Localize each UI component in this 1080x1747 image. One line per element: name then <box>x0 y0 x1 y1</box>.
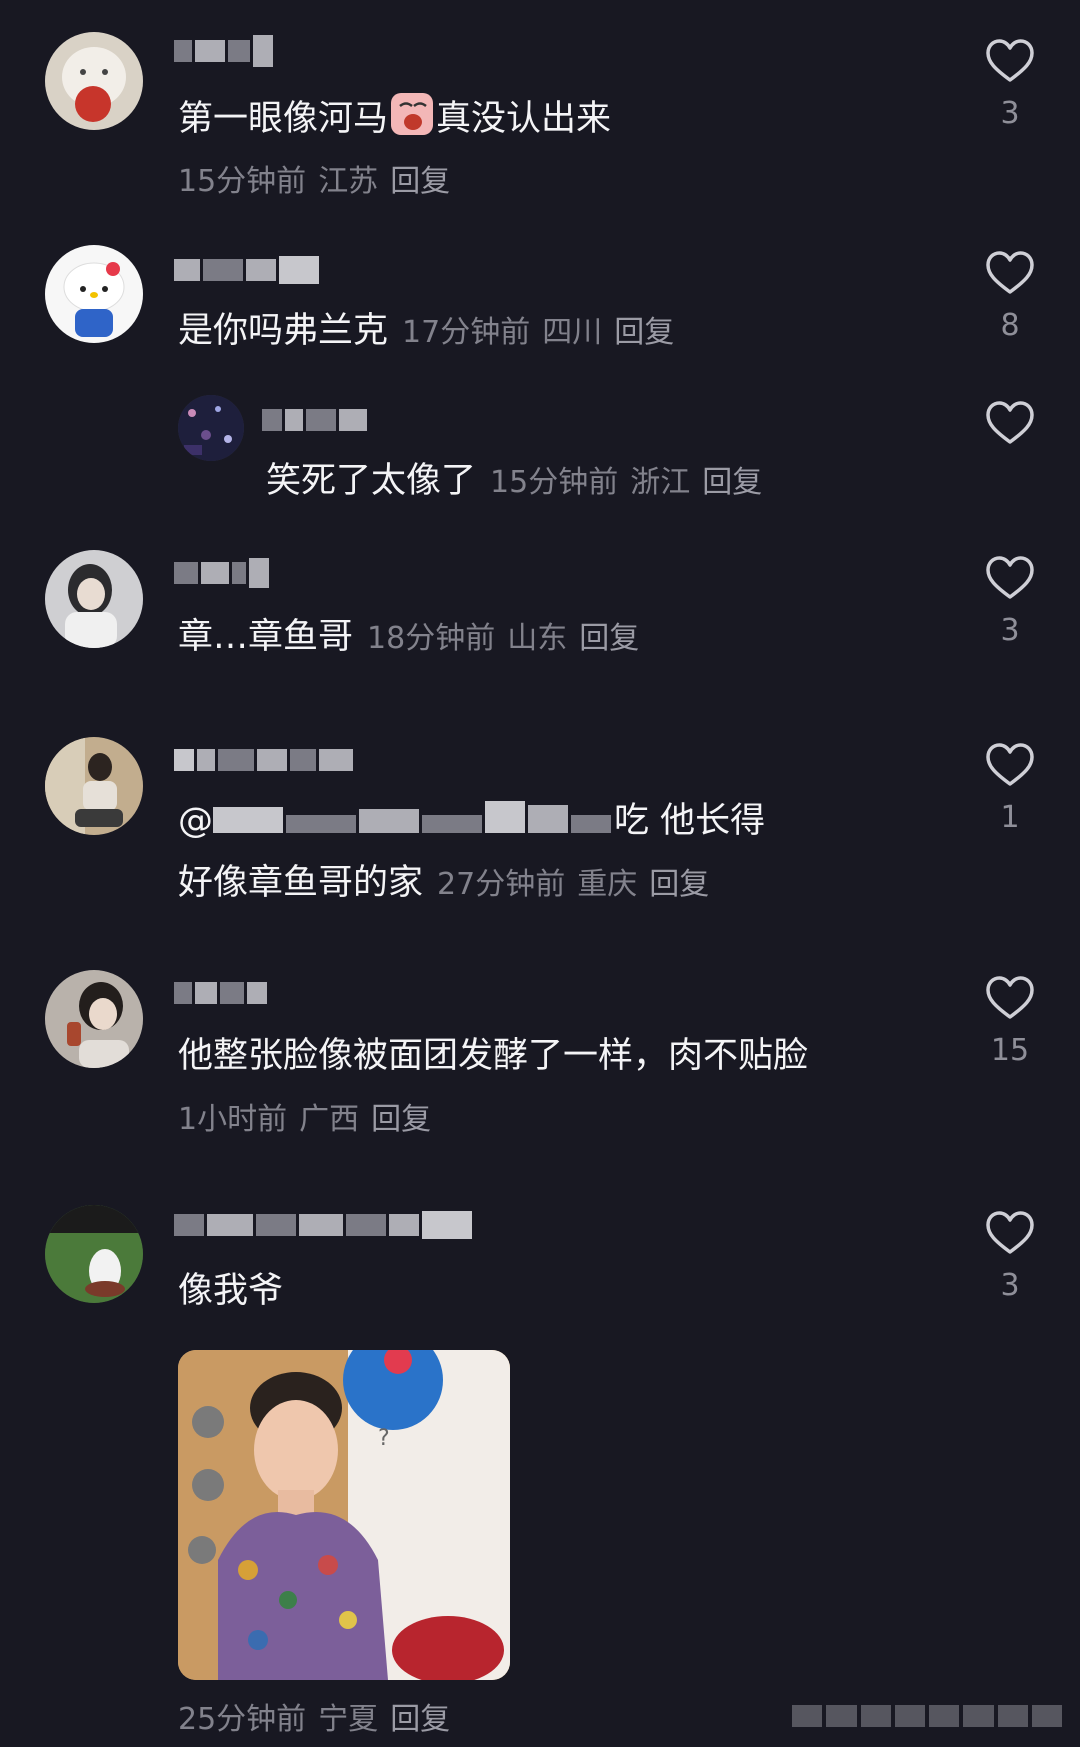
svg-text:?: ? <box>378 1426 390 1451</box>
comment-time: 25分钟前 <box>178 1702 307 1737</box>
comment-image[interactable]: ? <box>178 1350 510 1680</box>
cartoon-grass-avatar-icon <box>45 1205 143 1303</box>
heart-outline-icon <box>986 1211 1034 1254</box>
comment-item: 像我爷 ? 25分钟前 宁夏 回复 3 <box>0 0 1080 1747</box>
woman-photo-image: ? <box>178 1350 510 1680</box>
comment-meta: 25分钟前 宁夏 回复 <box>178 1700 462 1740</box>
like-count: 3 <box>1000 1268 1020 1303</box>
comment-location: 宁夏 <box>318 1702 379 1737</box>
reply-button[interactable]: 回复 <box>390 1702 450 1737</box>
username-masked[interactable] <box>174 1210 475 1240</box>
like-button[interactable]: 3 <box>980 1210 1040 1303</box>
comment-text: 像我爷 <box>178 1271 284 1311</box>
avatar[interactable] <box>45 1205 143 1303</box>
watermark-masked <box>792 1705 1062 1727</box>
